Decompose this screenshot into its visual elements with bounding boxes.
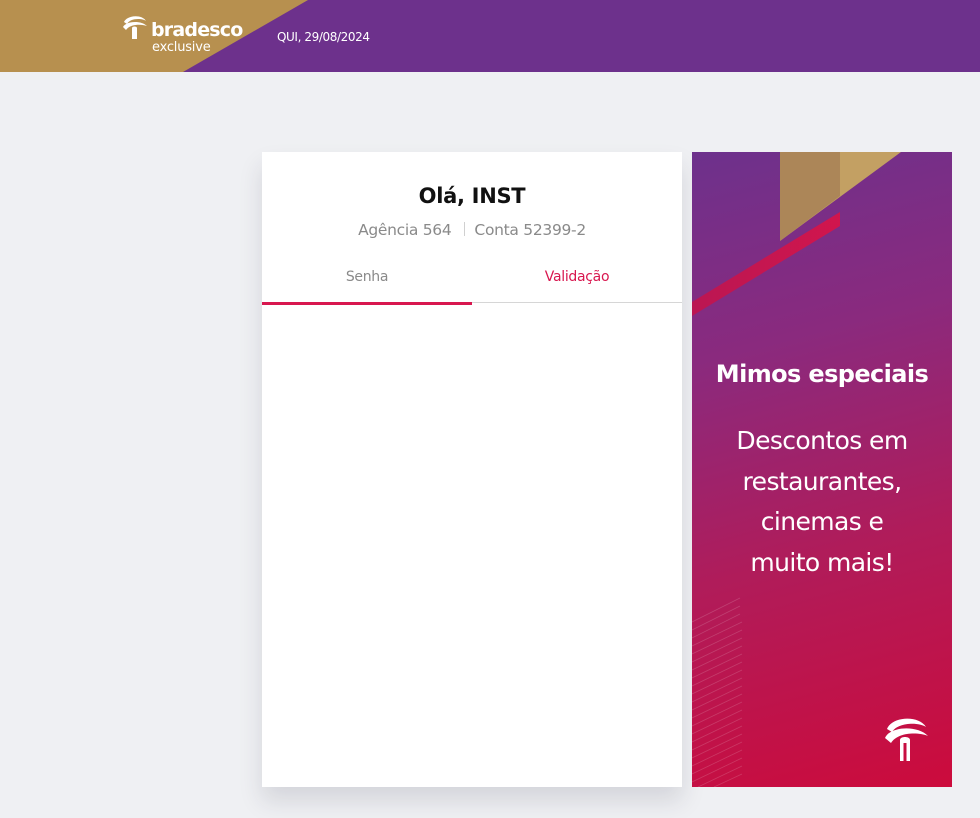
account-separator <box>464 222 466 236</box>
agency-number: Agência 564 <box>358 221 452 239</box>
promo-line: restaurantes, <box>742 466 903 496</box>
promo-banner[interactable]: Mimos especiais Descontos em restaurante… <box>692 152 952 787</box>
account-info: Agência 564 Conta 52399-2 <box>262 220 682 240</box>
promo-line: muito mais! <box>750 547 894 577</box>
promo-line: cinemas e <box>760 507 884 536</box>
promo-text: Descontos em restaurantes, cinemas e mui… <box>692 421 952 583</box>
header-date: QUI, 29/08/2024 <box>277 30 370 44</box>
tab-senha-label: Senha <box>345 269 389 285</box>
tab-validacao-label: Validação <box>544 269 610 285</box>
promo-title: Mimos especiais <box>715 360 929 388</box>
bradesco-tree-icon <box>885 718 928 761</box>
active-tab-indicator <box>262 302 472 305</box>
bradesco-exclusive-logo[interactable]: bradesco exclusive <box>121 13 243 59</box>
login-card <box>262 152 682 787</box>
tab-senha[interactable]: Senha <box>262 269 472 305</box>
logo-sub-text: exclusive <box>152 40 211 55</box>
tab-validacao[interactable]: Validação <box>472 269 682 302</box>
logo-brand-text: bradesco <box>151 19 243 41</box>
top-header: bradesco exclusive QUI, 29/08/2024 <box>0 0 980 72</box>
promo-line: Descontos em <box>736 426 908 455</box>
login-tabs: Senha Validação <box>262 269 682 305</box>
account-number: Conta 52399-2 <box>474 221 586 239</box>
greeting-title: Olá, INST <box>418 184 526 208</box>
bradesco-tree-icon <box>123 16 147 39</box>
